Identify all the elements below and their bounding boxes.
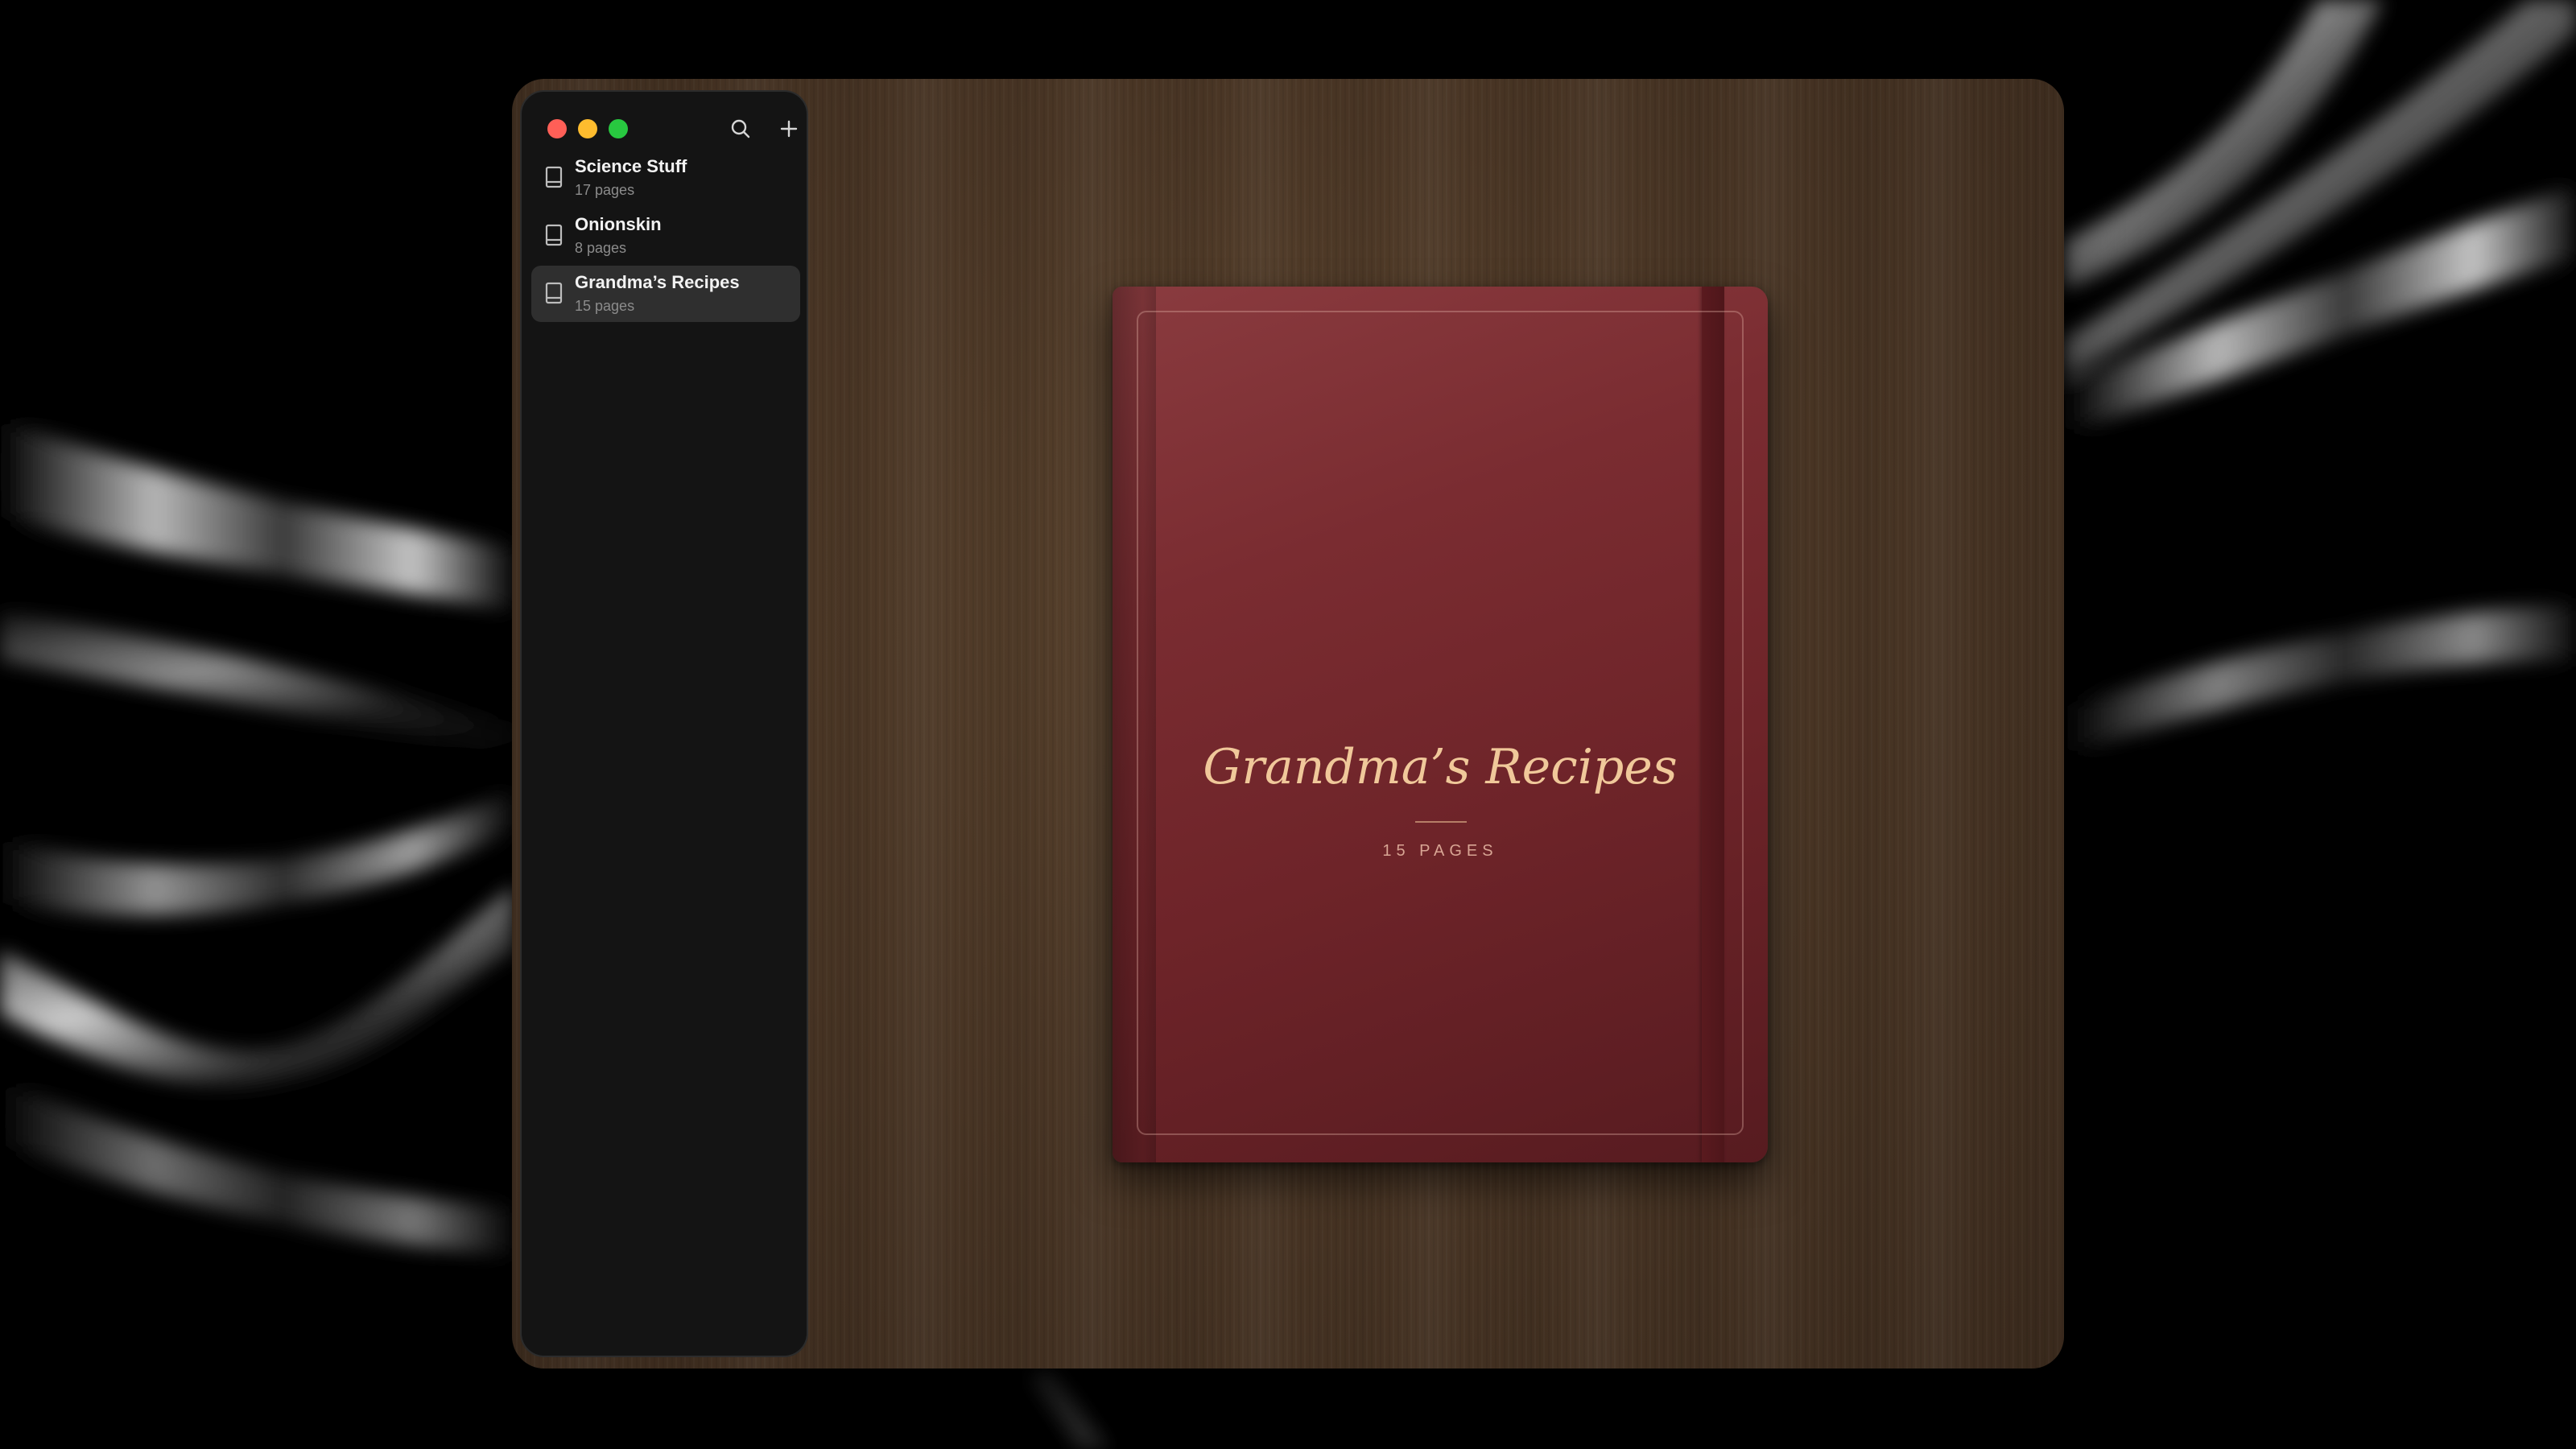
notebook-page-count: 17 pages bbox=[575, 182, 635, 198]
notebook-item-science-stuff[interactable]: Science Stuff 17 pages bbox=[531, 150, 800, 206]
notebook-item-grandmas-recipes[interactable]: Grandma’s Recipes 15 pages bbox=[531, 266, 800, 322]
notebook-page-count: 8 pages bbox=[575, 240, 627, 256]
minimize-window-button[interactable] bbox=[578, 119, 597, 138]
notebook-item-onionskin[interactable]: Onionskin 8 pages bbox=[531, 208, 800, 264]
book-icon bbox=[545, 224, 563, 246]
cover-divider bbox=[1415, 821, 1467, 823]
cover-title: Grandma’s Recipes bbox=[1203, 739, 1678, 795]
book-icon bbox=[545, 282, 563, 304]
notebook-list: Science Stuff 17 pages Onionskin 8 pages bbox=[531, 150, 800, 324]
notebook-title: Onionskin bbox=[575, 214, 662, 234]
cover-page-count: 15 PAGES bbox=[1382, 842, 1498, 860]
cover-border bbox=[1137, 311, 1744, 1135]
notebook-cover[interactable]: Grandma’s Recipes 15 PAGES bbox=[1113, 287, 1768, 1162]
search-button[interactable] bbox=[728, 116, 753, 142]
book-icon bbox=[545, 166, 563, 188]
maximize-window-button[interactable] bbox=[609, 119, 628, 138]
notebook-page-count: 15 pages bbox=[575, 298, 635, 314]
sidebar: Science Stuff 17 pages Onionskin 8 pages bbox=[520, 90, 808, 1357]
plus-icon bbox=[780, 120, 798, 138]
app-window: Science Stuff 17 pages Onionskin 8 pages bbox=[512, 79, 2064, 1368]
desktop: Science Stuff 17 pages Onionskin 8 pages bbox=[0, 0, 2576, 1449]
close-window-button[interactable] bbox=[547, 119, 567, 138]
search-icon bbox=[731, 119, 750, 138]
notebook-title: Grandma’s Recipes bbox=[575, 272, 740, 292]
add-notebook-button[interactable] bbox=[776, 116, 802, 142]
notebook-title: Science Stuff bbox=[575, 156, 687, 176]
